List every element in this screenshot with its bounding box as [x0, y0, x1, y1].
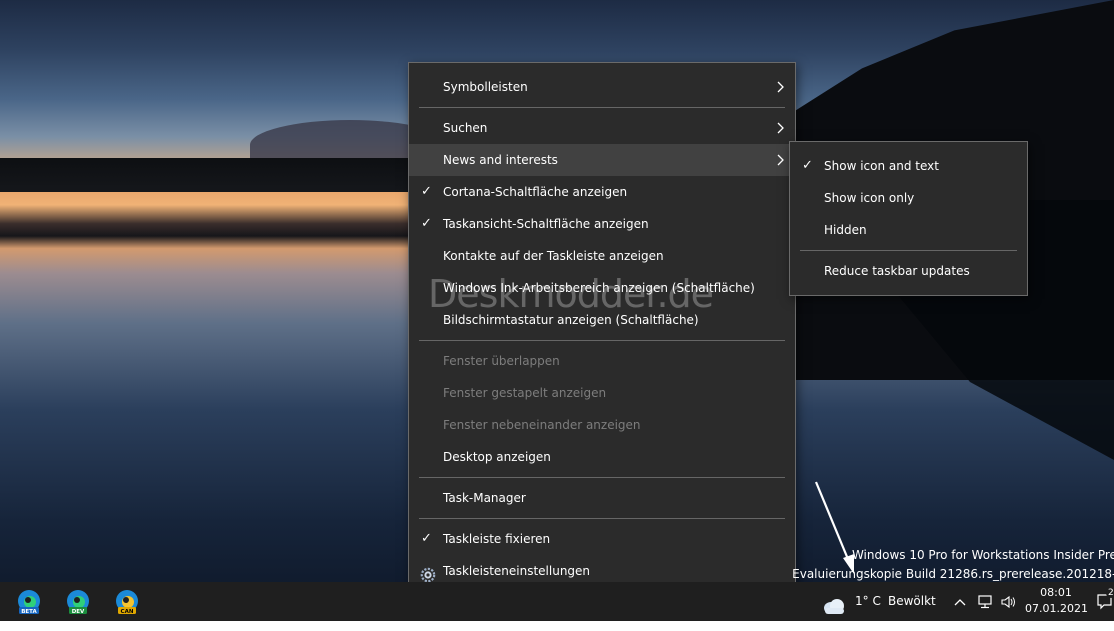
- menu-item-suchen[interactable]: Suchen: [409, 112, 795, 144]
- menu-item-symbolleisten[interactable]: Symbolleisten: [409, 71, 795, 103]
- cloud-icon: [822, 592, 846, 631]
- weather-condition: Bewölkt: [888, 594, 936, 608]
- menu-item-label: Fenster überlappen: [443, 354, 560, 368]
- taskbar: BETA DEV CAN 1° C Bewölkt 08:01 07.01.20…: [0, 582, 1114, 621]
- watermark-logo: Deskmodder.de: [428, 272, 714, 316]
- menu-separator: [800, 250, 1017, 251]
- menu-item-label: Desktop anzeigen: [443, 450, 551, 464]
- menu-item-taskview-button[interactable]: ✓ Taskansicht-Schaltfläche anzeigen: [409, 208, 795, 240]
- volume-icon[interactable]: [1000, 582, 1018, 621]
- notification-count-badge: 2: [1106, 588, 1114, 598]
- action-center-icon[interactable]: 2: [1096, 582, 1114, 621]
- submenu-item-show-icon-and-text[interactable]: ✓ Show icon and text: [790, 150, 1027, 182]
- menu-separator: [419, 477, 785, 478]
- clock-date: 07.01.2021: [1025, 602, 1088, 615]
- gear-icon: [420, 563, 436, 583]
- menu-item-side-by-side: Fenster nebeneinander anzeigen: [409, 409, 795, 441]
- menu-item-label: News and interests: [443, 153, 558, 167]
- taskbar-clock[interactable]: 08:01 07.01.2021: [1025, 585, 1088, 617]
- menu-item-label: Symbolleisten: [443, 80, 528, 94]
- menu-item-lock-taskbar[interactable]: ✓ Taskleiste fixieren: [409, 523, 795, 555]
- submenu-item-show-icon-only[interactable]: Show icon only: [790, 182, 1027, 214]
- app-badge: CAN: [121, 609, 134, 615]
- edge-beta-icon[interactable]: BETA: [16, 589, 42, 615]
- menu-item-label: Fenster nebeneinander anzeigen: [443, 418, 641, 432]
- taskbar-context-menu: Symbolleisten Suchen News and interests …: [408, 62, 796, 597]
- build-watermark: Windows 10 Pro for Workstations Insider …: [792, 546, 1114, 584]
- checkmark-icon: ✓: [421, 184, 432, 199]
- menu-item-label: Fenster gestapelt anzeigen: [443, 386, 607, 400]
- chevron-right-icon: [771, 71, 785, 103]
- menu-item-label: Suchen: [443, 121, 488, 135]
- menu-item-news-and-interests[interactable]: News and interests: [409, 144, 795, 176]
- checkmark-icon: ✓: [802, 158, 813, 173]
- submenu-item-label: Show icon and text: [824, 159, 939, 173]
- menu-separator: [419, 107, 785, 108]
- app-badge: BETA: [21, 609, 37, 615]
- menu-item-label: Task-Manager: [443, 491, 526, 505]
- network-icon[interactable]: [976, 582, 994, 621]
- menu-separator: [419, 340, 785, 341]
- edge-dev-icon[interactable]: DEV: [65, 589, 91, 615]
- show-hidden-icons-chevron-up-icon[interactable]: [954, 582, 968, 621]
- menu-item-label: Kontakte auf der Taskleiste anzeigen: [443, 249, 664, 263]
- chevron-right-icon: [771, 144, 785, 176]
- clock-time: 08:01: [1040, 586, 1072, 599]
- menu-item-label: Cortana-Schaltfläche anzeigen: [443, 185, 628, 199]
- app-badge: DEV: [72, 609, 85, 615]
- submenu-item-label: Show icon only: [824, 191, 915, 205]
- build-line-1: Windows 10 Pro for Workstations Insider …: [851, 548, 1114, 562]
- menu-item-label: Taskleiste fixieren: [443, 532, 551, 546]
- menu-separator: [419, 518, 785, 519]
- chevron-right-icon: [771, 112, 785, 144]
- menu-item-task-manager[interactable]: Task-Manager: [409, 482, 795, 514]
- weather-temperature: 1° C: [855, 594, 881, 608]
- news-weather-widget[interactable]: 1° C Bewölkt: [822, 582, 942, 621]
- menu-item-cortana-button[interactable]: ✓ Cortana-Schaltfläche anzeigen: [409, 176, 795, 208]
- submenu-item-reduce-updates[interactable]: Reduce taskbar updates: [790, 255, 1027, 287]
- checkmark-icon: ✓: [421, 531, 432, 546]
- submenu-item-label: Reduce taskbar updates: [824, 264, 970, 278]
- menu-item-stack-windows: Fenster gestapelt anzeigen: [409, 377, 795, 409]
- submenu-item-hidden[interactable]: Hidden: [790, 214, 1027, 246]
- edge-canary-icon[interactable]: CAN: [114, 589, 140, 615]
- checkmark-icon: ✓: [421, 216, 432, 231]
- menu-item-cascade-windows: Fenster überlappen: [409, 345, 795, 377]
- submenu-item-label: Hidden: [824, 223, 867, 237]
- menu-item-show-desktop[interactable]: Desktop anzeigen: [409, 441, 795, 473]
- menu-item-label: Taskansicht-Schaltfläche anzeigen: [443, 217, 649, 231]
- menu-item-contacts[interactable]: Kontakte auf der Taskleiste anzeigen: [409, 240, 795, 272]
- news-interests-submenu: ✓ Show icon and text Show icon only Hidd…: [789, 141, 1028, 296]
